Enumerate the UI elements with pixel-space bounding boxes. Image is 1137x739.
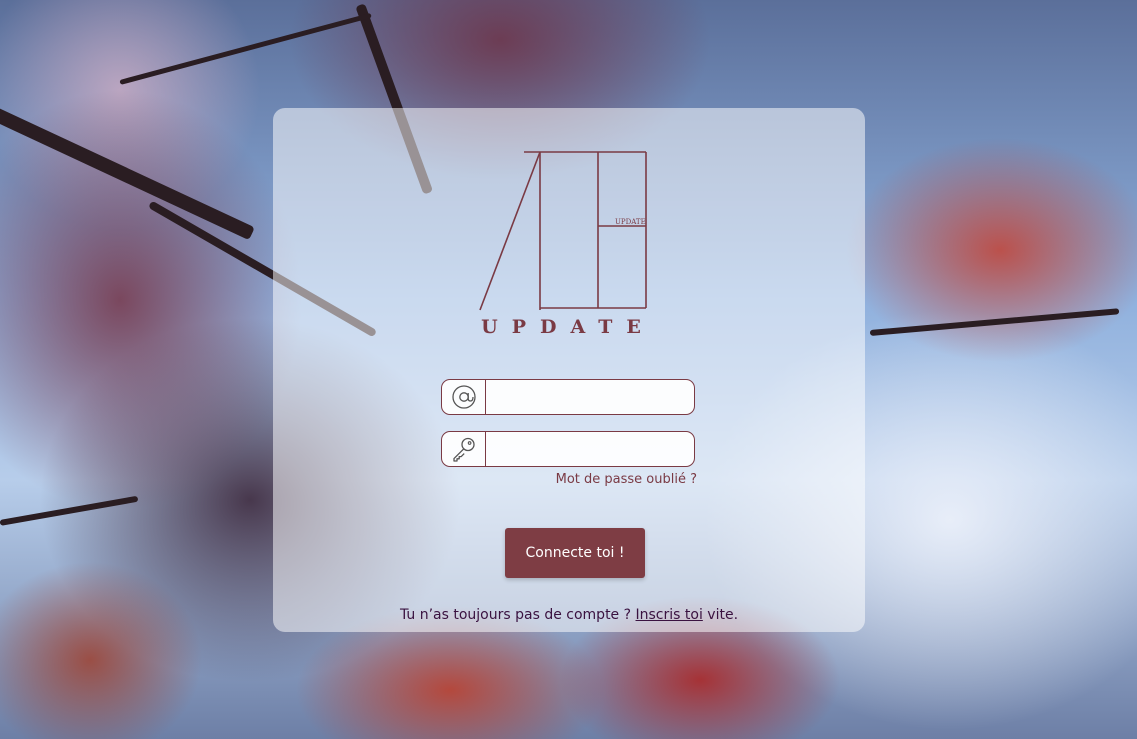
branch-decoration [869, 308, 1120, 336]
logo-small-text: UPDATE [615, 218, 646, 226]
password-input[interactable] [488, 432, 692, 466]
signup-prefix: Tu n’as toujours pas de compte ? [399, 607, 632, 623]
update-logo: UPDATE UPDATE [479, 151, 655, 338]
signup-prompt: Tu n’as toujours pas de compte ? Inscris… [273, 607, 865, 623]
forgot-password-link[interactable]: Mot de passe oublié ? [541, 472, 697, 487]
logo-wordmark: UPDATE [481, 316, 655, 338]
at-sign-icon [442, 380, 486, 414]
branch-decoration [0, 495, 139, 526]
signup-link[interactable]: Inscris toi [636, 607, 703, 623]
email-field [441, 379, 695, 415]
signup-suffix: vite. [707, 607, 739, 623]
branch-decoration [119, 12, 372, 85]
email-input[interactable] [488, 380, 692, 414]
login-button[interactable]: Connecte toi ! [505, 528, 645, 578]
password-field [441, 431, 695, 467]
branch-decoration [0, 100, 255, 241]
key-icon [442, 432, 486, 466]
